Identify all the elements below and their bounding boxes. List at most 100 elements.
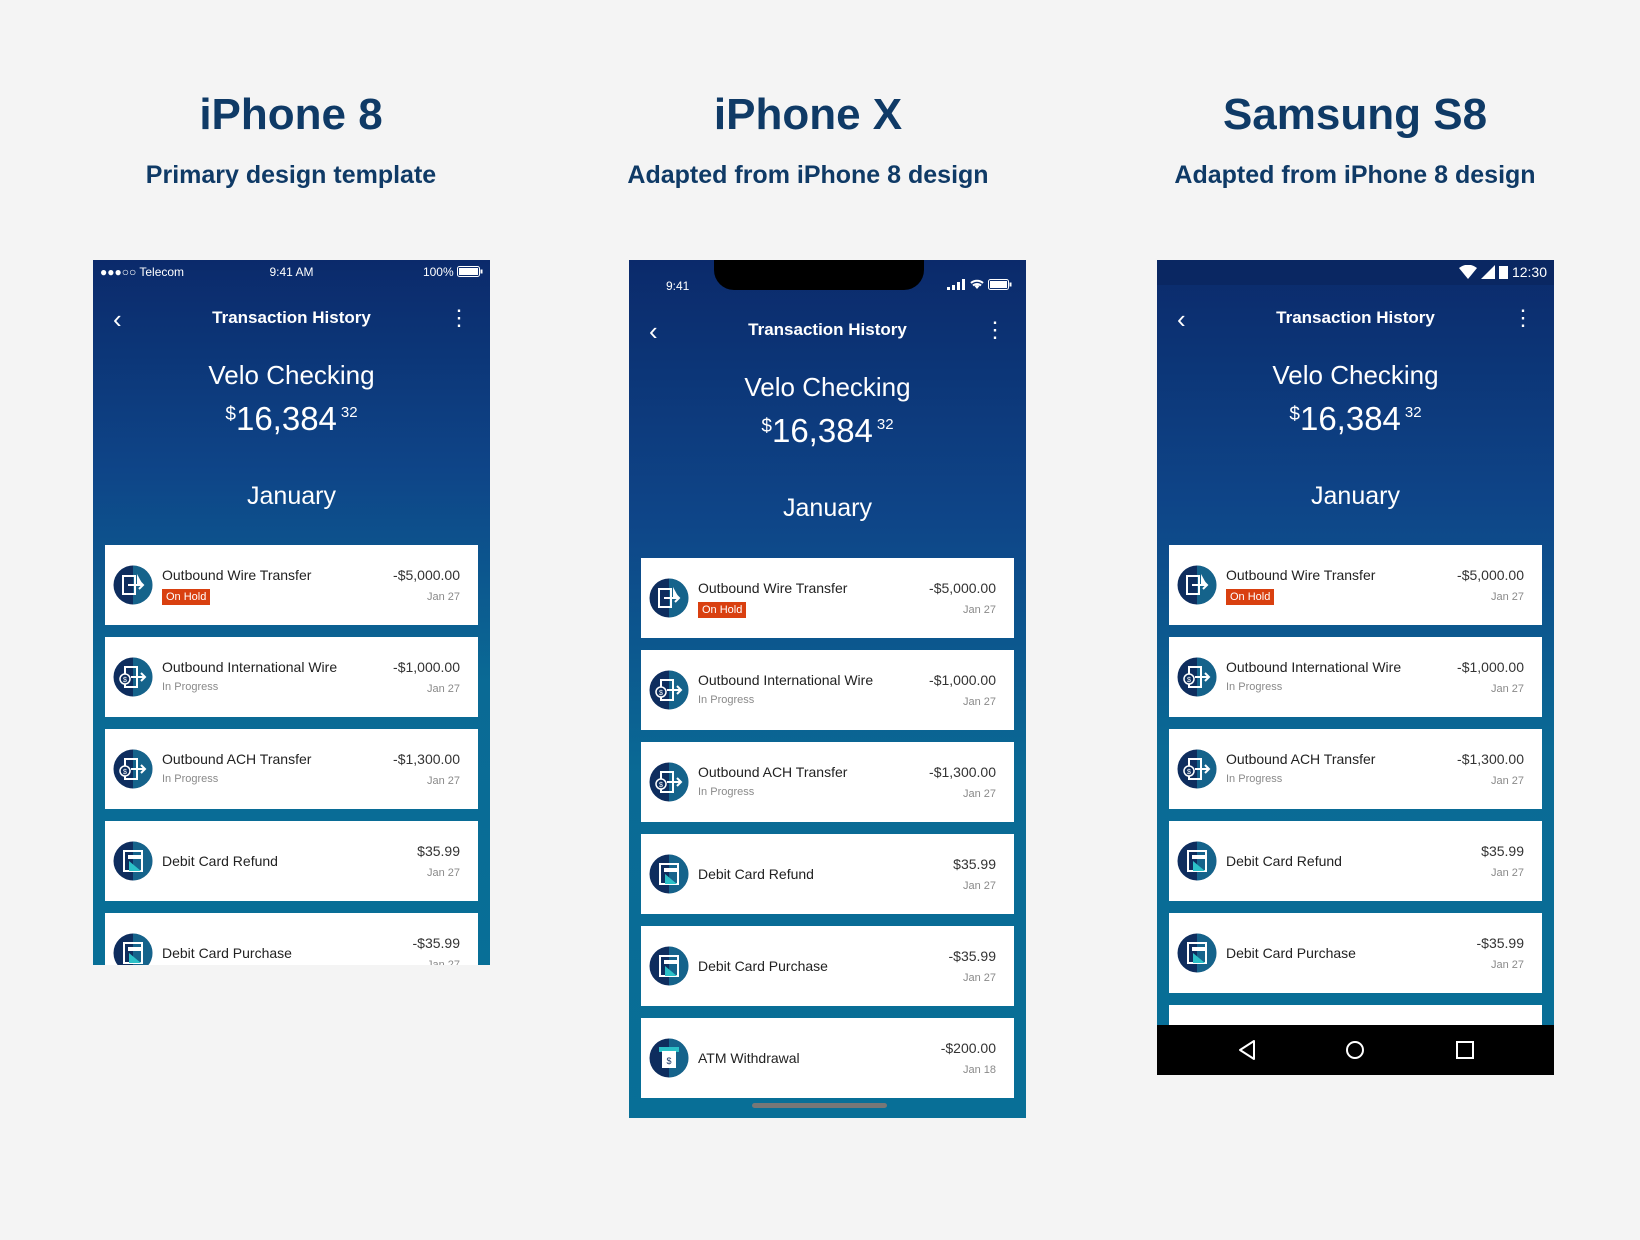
svg-text:$: $ (1187, 677, 1191, 684)
more-options-button[interactable]: ⋮ (448, 304, 470, 332)
transaction-date: Jan 27 (426, 683, 460, 695)
status-bar: 9:41 (629, 274, 1026, 298)
wifi-icon (1459, 264, 1478, 279)
transaction-name: Outbound Wire Transfer (698, 580, 848, 596)
status-badge: On Hold (698, 602, 747, 618)
transaction-amount: -$1,300.00 (929, 764, 996, 780)
transaction-date: Jan 27 (1490, 959, 1524, 971)
screen-title: Transaction History (212, 308, 371, 327)
transaction-status: In Progress (1226, 773, 1283, 785)
transaction-row[interactable]: Debit Card Refund $35.99 Jan 27 (1169, 821, 1542, 901)
transaction-status: In Progress (162, 681, 219, 693)
device-title: Samsung S8 (1222, 90, 1488, 139)
debit-card-icon (1177, 841, 1217, 881)
debit-card-icon (649, 854, 689, 894)
transaction-name: Debit Card Refund (1226, 853, 1342, 869)
transaction-row[interactable]: $ Outbound International Wire In Progress -… (105, 637, 478, 717)
transaction-name: Outbound ACH Transfer (1226, 751, 1376, 767)
battery-icon (988, 279, 1012, 290)
transaction-date: Jan 27 (426, 591, 460, 603)
month-header: January (783, 494, 872, 522)
back-triangle-icon[interactable] (1235, 1038, 1259, 1062)
transaction-name: Outbound ACH Transfer (162, 751, 312, 767)
transaction-date: Jan 27 (426, 867, 460, 879)
transaction-amount: -$5,000.00 (929, 580, 996, 596)
transaction-name: Debit Card Refund (162, 853, 278, 869)
transaction-date: Jan 27 (1490, 591, 1524, 603)
recents-square-icon[interactable] (1453, 1038, 1477, 1062)
s8-heading: Samsung S8 Adapted from iPhone 8 design (1095, 86, 1615, 192)
transaction-date: Jan 27 (426, 959, 460, 965)
international-wire-icon: $ (1177, 657, 1217, 697)
debit-card-icon (1177, 933, 1217, 973)
transaction-row[interactable]: $ Outbound ACH Transfer In Progress -$1,300… (1169, 729, 1542, 809)
wifi-icon (969, 279, 984, 289)
atm-icon: $ (649, 1038, 689, 1078)
transaction-amount: -$1,000.00 (929, 672, 996, 688)
transaction-amount: $35.99 (953, 856, 996, 872)
transaction-row[interactable]: Outbound Wire Transfer On Hold -$5,000.00 J… (105, 545, 478, 625)
status-badge: On Hold (162, 589, 211, 605)
transaction-row[interactable]: $ ATM Withdrawal -$200.00 Jan 18 (641, 1018, 1014, 1098)
transaction-name: Outbound International Wire (162, 659, 338, 675)
transaction-date: Jan 27 (1490, 683, 1524, 695)
clock: 12:30 (1511, 264, 1547, 280)
svg-text:$: $ (659, 782, 663, 789)
more-options-button[interactable]: ⋮ (984, 316, 1006, 344)
iphone8-screen: ●●●○○ Telecom 9:41 AM 100% ‹ Transaction… (93, 260, 490, 965)
transaction-row[interactable]: $ Outbound International Wire In Progress -… (1169, 637, 1542, 717)
transaction-name: Debit Card Refund (698, 866, 814, 882)
wire-transfer-icon (113, 565, 153, 605)
transaction-row[interactable]: Debit Card Purchase -$35.99 Jan 27 (641, 926, 1014, 1006)
transaction-amount: -$35.99 (948, 948, 996, 964)
transaction-amount: $35.99 (417, 843, 460, 859)
transaction-date: Jan 27 (962, 696, 996, 708)
transaction-row[interactable]: Debit Card Purchase -$35.99 Jan 27 (1169, 913, 1542, 993)
svg-text:$: $ (123, 677, 127, 684)
transaction-row[interactable]: $ Outbound ACH Transfer In Progress -$1,300… (105, 729, 478, 809)
battery-level: 100% (423, 265, 483, 279)
transaction-date: Jan 27 (962, 880, 996, 892)
transaction-amount: -$5,000.00 (393, 567, 460, 583)
signal-icon (947, 279, 966, 290)
nav-bar: ‹ Transaction History ⋮ (629, 312, 1026, 352)
transaction-status: In Progress (1226, 681, 1283, 693)
transaction-row[interactable]: $ Outbound International Wire In Progress -… (641, 650, 1014, 730)
nav-bar: ‹ Transaction History ⋮ (93, 300, 490, 340)
status-bar: 12:30 (1157, 260, 1554, 285)
transaction-amount: $35.99 (1481, 843, 1524, 859)
transaction-row[interactable]: Outbound Wire Transfer On Hold -$5,000.00 J… (1169, 545, 1542, 625)
transaction-name: Outbound International Wire (698, 672, 874, 688)
ach-transfer-icon: $ (649, 762, 689, 802)
svg-text:$: $ (123, 769, 127, 776)
android-navigation-bar (1157, 1025, 1554, 1075)
transaction-amount: -$5,000.00 (1457, 567, 1524, 583)
transaction-date: Jan 18 (962, 1064, 996, 1076)
home-circle-icon[interactable] (1343, 1038, 1367, 1062)
signal-icon (1481, 265, 1496, 279)
home-indicator[interactable] (752, 1103, 887, 1108)
svg-text:$: $ (1187, 769, 1191, 776)
transaction-date: Jan 27 (1490, 867, 1524, 879)
transaction-name: Outbound ACH Transfer (698, 764, 848, 780)
account-name: Velo Checking (208, 360, 375, 390)
status-badge: On Hold (1226, 589, 1275, 605)
account-balance: $16,384 32 (225, 400, 358, 437)
device-subtitle: Adapted from iPhone 8 design (1174, 161, 1536, 189)
transaction-row[interactable]: Debit Card Refund $35.99 Jan 27 (641, 834, 1014, 914)
status-icons: 12:30 (1459, 264, 1547, 280)
transaction-amount: -$1,000.00 (1457, 659, 1524, 675)
transaction-amount: -$200.00 (940, 1040, 996, 1056)
iphonex-heading: iPhone X Adapted from iPhone 8 design (548, 86, 1068, 192)
transaction-row[interactable]: Debit Card Purchase -$35.99 Jan 27 (105, 913, 478, 965)
transaction-row[interactable]: Debit Card Refund $35.99 Jan 27 (105, 821, 478, 901)
international-wire-icon: $ (113, 657, 153, 697)
iphone8-heading: iPhone 8 Primary design template (31, 86, 551, 192)
debit-card-icon (113, 841, 153, 881)
nav-bar: ‹ Transaction History ⋮ (1157, 300, 1554, 340)
more-options-button[interactable]: ⋮ (1512, 304, 1534, 332)
iphonex-screen: 9:41 ‹ Transaction History ⋮ Velo Checki… (629, 260, 1026, 1118)
transaction-row[interactable]: $ Outbound ACH Transfer In Progress -$1,300… (641, 742, 1014, 822)
transaction-row[interactable]: Outbound Wire Transfer On Hold -$5,000.00 J… (641, 558, 1014, 638)
device-title: iPhone X (713, 90, 903, 139)
